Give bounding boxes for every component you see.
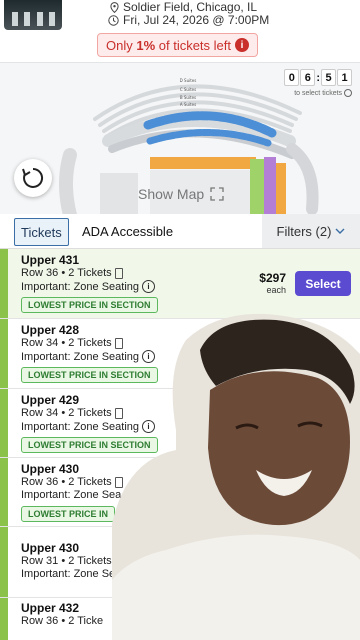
scarcity-text: Only 1% of tickets left <box>106 37 232 53</box>
scarcity-banner: Only 1% of tickets left i <box>97 33 259 57</box>
row-info: Row 31 • 2 Tickets <box>21 555 112 567</box>
listing-accent-bar <box>0 598 8 640</box>
zone-note: Important: Zone Se <box>21 568 116 580</box>
section-name: Upper 429 <box>21 393 80 407</box>
section-name: Upper 432 <box>21 601 80 615</box>
info-icon[interactable]: i <box>235 38 250 52</box>
timer-digit: 6 <box>300 69 316 86</box>
section-name: Upper 428 <box>21 323 80 337</box>
filters-label: Filters (2) <box>276 223 332 239</box>
section-name: Upper 430 <box>21 462 80 476</box>
tier-label: C Suites <box>180 87 196 92</box>
location-pin-icon <box>110 1 119 13</box>
listing-accent-bar <box>0 249 8 318</box>
tier-label: D Suites <box>180 78 197 83</box>
listing-accent-bar <box>0 319 8 388</box>
ticket-tabs: Tickets ADA Accessible Filters (2) <box>0 214 360 249</box>
venue-text: Soldier Field, Chicago, IL <box>123 0 258 14</box>
filters-button[interactable]: Filters (2) <box>262 214 360 248</box>
event-thumbnail <box>4 0 62 30</box>
refresh-icon <box>22 167 44 188</box>
tier-label: B Suites <box>180 95 196 100</box>
timer-caption: to select tickets <box>294 89 352 97</box>
show-map-label: Show Map <box>138 186 205 202</box>
refresh-button[interactable] <box>14 159 52 197</box>
lowest-price-badge: LOWEST PRICE IN <box>21 506 116 522</box>
section-name: Upper 430 <box>21 541 80 555</box>
countdown-timer: 0 6 : 5 1 <box>284 69 352 86</box>
timer-digit: 0 <box>284 69 300 86</box>
phone-icon <box>114 267 123 279</box>
venue-line: Soldier Field, Chicago, IL <box>110 0 257 14</box>
seat-map[interactable]: D Suites C Suites B Suites A Suites 0 6 … <box>0 62 360 215</box>
row-info: Row 36 • 2 Ticke <box>21 615 104 627</box>
info-icon[interactable] <box>344 89 352 97</box>
chevron-down-icon <box>335 228 345 234</box>
presenter-video-overlay <box>112 313 360 640</box>
clock-icon <box>108 14 119 26</box>
show-map-button[interactable]: Show Map <box>138 186 224 202</box>
section-name: Upper 431 <box>21 253 80 267</box>
event-header: Soldier Field, Chicago, IL Fri, Jul 24, … <box>0 0 360 62</box>
timer-digit: 1 <box>337 69 352 86</box>
tier-label: A Suites <box>180 102 196 107</box>
row-info: Row 36 • 2 Tickets <box>21 267 123 279</box>
price-unit: each <box>266 285 286 295</box>
tab-tickets[interactable]: Tickets <box>14 218 69 246</box>
listing-accent-bar <box>0 389 8 457</box>
zone-note: Important: Zone Seating i <box>21 280 156 293</box>
date-text: Fri, Jul 24, 2026 @ 7:00PM <box>123 13 270 27</box>
info-icon[interactable]: i <box>142 280 156 293</box>
expand-icon <box>210 187 224 201</box>
listing-accent-bar <box>0 527 8 597</box>
select-button[interactable]: Select <box>295 271 351 296</box>
timer-digit: 5 <box>321 69 336 86</box>
ticket-listing[interactable]: Upper 431 Row 36 • 2 Tickets Important: … <box>0 249 360 319</box>
ticket-price: $297 <box>259 271 286 285</box>
tab-ada-accessible[interactable]: ADA Accessible <box>82 218 173 244</box>
date-line: Fri, Jul 24, 2026 @ 7:00PM <box>108 13 269 27</box>
listing-accent-bar <box>0 458 8 526</box>
